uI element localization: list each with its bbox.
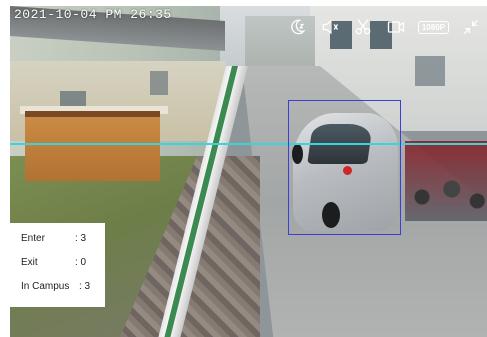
scene-motorbikes: [405, 141, 487, 221]
scissors-icon[interactable]: [352, 16, 374, 38]
in-campus-count: In Campus : 3: [21, 281, 105, 293]
resolution-badge: 1080P: [417, 20, 449, 34]
counter-panel: Enter : 3 Exit : 0 In Campus : 3: [10, 223, 105, 307]
detection-bounding-box: [288, 100, 401, 235]
timestamp: 2021-10-04 PM 26:35: [14, 7, 172, 22]
moon-icon[interactable]: [286, 16, 308, 38]
scene-kiosk: [25, 111, 160, 181]
exit-label: Exit: [21, 257, 38, 268]
camera-toolbar: 1080P: [286, 16, 482, 38]
counting-line: [10, 143, 487, 145]
shrink-icon[interactable]: [460, 16, 482, 38]
in-campus-label: In Campus: [21, 281, 70, 292]
in-campus-value: : 3: [79, 281, 91, 292]
exit-value: : 0: [75, 257, 87, 268]
enter-label: Enter: [21, 233, 45, 244]
enter-count: Enter : 3: [21, 233, 105, 245]
resolution-icon[interactable]: 1080P: [417, 16, 449, 38]
enter-value: : 3: [75, 233, 87, 244]
record-icon[interactable]: [385, 16, 407, 38]
exit-count: Exit : 0: [21, 257, 105, 269]
speaker-mute-icon[interactable]: [319, 16, 341, 38]
